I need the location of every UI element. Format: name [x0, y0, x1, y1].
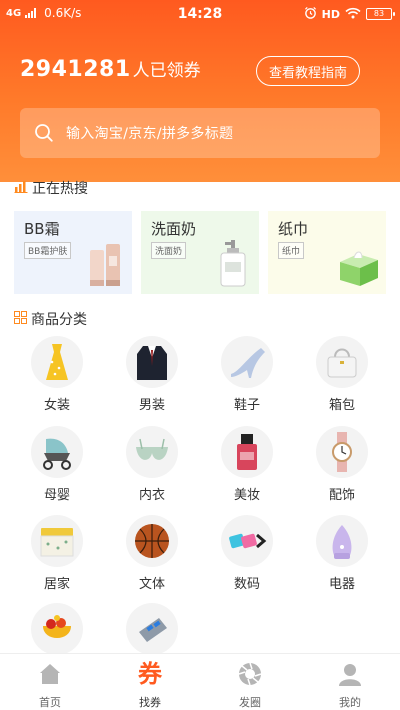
- category-men-clothing[interactable]: 男装: [112, 336, 192, 418]
- hd-indicator: HD: [321, 7, 340, 21]
- grid-icon: [14, 310, 27, 328]
- search-input[interactable]: 输入淘宝/京东/拼多多标题: [20, 108, 380, 158]
- category-label: 女装: [43, 398, 70, 413]
- food-icon: [31, 603, 83, 655]
- tab-find-coupon[interactable]: 券 找券: [100, 658, 200, 710]
- stroller-icon: [31, 426, 83, 478]
- hot-item-tag: 纸巾: [278, 242, 305, 259]
- hot-search-label: 正在热搜: [32, 181, 88, 197]
- hot-item-name: 洗面奶: [151, 220, 197, 238]
- basketball-icon: [126, 515, 178, 567]
- category-accessories[interactable]: 配饰: [302, 426, 382, 508]
- handbag-icon: [316, 336, 368, 388]
- hot-item-tag: BB霜护肤: [24, 242, 72, 259]
- category-title: 商品分类: [14, 309, 87, 329]
- hot-item-name: BB霜: [24, 220, 60, 238]
- coupon-count-suffix: 人已领券: [132, 61, 201, 81]
- category-label: 电器: [328, 577, 355, 592]
- category-label: 母婴: [43, 488, 70, 503]
- bar-chart-icon: [14, 179, 28, 197]
- category-label: 内衣: [138, 488, 165, 503]
- bottom-tab-bar: 首页 券 找券 发圈 我的: [0, 653, 400, 710]
- bra-icon: [126, 426, 178, 478]
- cables-icon: [221, 515, 273, 567]
- tab-label: 首页: [39, 696, 61, 709]
- category-underwear[interactable]: 内衣: [112, 426, 192, 508]
- cleanser-bottle-icon: [211, 238, 255, 292]
- hot-item-bb-cream[interactable]: BB霜 BB霜护肤: [14, 211, 132, 294]
- storage-box-icon: [31, 515, 83, 567]
- coupon-count: 2941281: [20, 57, 131, 82]
- category-label: 数码: [233, 577, 260, 592]
- category-women-clothing[interactable]: 女装: [17, 336, 97, 418]
- hot-item-facial-cleanser[interactable]: 洗面奶 洗面奶: [141, 211, 259, 294]
- hot-item-tissue[interactable]: 纸巾 纸巾: [268, 211, 386, 294]
- tutorial-guide-button[interactable]: 查看教程指南: [256, 56, 360, 86]
- category-home[interactable]: 居家: [17, 515, 97, 597]
- car-charger-icon: [126, 603, 178, 655]
- hot-item-name: 纸巾: [278, 220, 309, 238]
- category-label: 配饰: [328, 488, 355, 503]
- category-shoes[interactable]: 鞋子: [207, 336, 287, 418]
- category-label: 男装: [138, 398, 165, 413]
- coupon-counter: 2941281 人已领券: [20, 56, 201, 82]
- tab-label: 发圈: [239, 696, 261, 709]
- alarm-icon: [304, 6, 317, 22]
- hot-item-tag: 洗面奶: [151, 242, 187, 259]
- hot-search-title: 正在热搜: [14, 178, 88, 198]
- search-icon: [34, 123, 54, 143]
- cosmetics-icon: [221, 426, 273, 478]
- humidifier-icon: [316, 515, 368, 567]
- category-sports-stationery[interactable]: 文体: [112, 515, 192, 597]
- category-cosmetics[interactable]: 美妆: [207, 426, 287, 508]
- tab-mine[interactable]: 我的: [300, 658, 400, 710]
- tab-home[interactable]: 首页: [0, 658, 100, 710]
- category-appliances[interactable]: 电器: [302, 515, 382, 597]
- category-label: 鞋子: [233, 398, 260, 413]
- status-bar: 4G 0.6K/s 14:28 HD 83: [0, 0, 400, 28]
- search-placeholder: 输入淘宝/京东/拼多多标题: [66, 126, 234, 142]
- dress-icon: [31, 336, 83, 388]
- wifi-icon: [345, 7, 361, 22]
- category-label: 美妆: [233, 488, 260, 503]
- tab-share-circle[interactable]: 发圈: [200, 658, 300, 710]
- watch-icon: [316, 426, 368, 478]
- category-label: 商品分类: [31, 312, 87, 328]
- battery-icon: 83: [366, 8, 395, 20]
- bb-cream-product-icon: [84, 240, 128, 292]
- tab-label: 找券: [139, 696, 161, 709]
- user-icon: [338, 662, 362, 686]
- header: 4G 0.6K/s 14:28 HD 83 2941281 人已领券 查看教程指…: [0, 0, 400, 182]
- category-label: 箱包: [328, 398, 355, 413]
- tab-label: 我的: [339, 696, 361, 709]
- coupon-icon: 券: [138, 660, 162, 688]
- category-label: 文体: [138, 577, 165, 592]
- suit-icon: [126, 336, 178, 388]
- category-label: 居家: [43, 577, 70, 592]
- high-heel-icon: [221, 336, 273, 388]
- tissue-box-icon: [334, 248, 382, 292]
- category-baby[interactable]: 母婴: [17, 426, 97, 508]
- battery-level: 83: [373, 9, 385, 18]
- category-bags[interactable]: 箱包: [302, 336, 382, 418]
- aperture-icon: [238, 662, 262, 686]
- category-digital[interactable]: 数码: [207, 515, 287, 597]
- status-right: HD 83: [304, 6, 395, 22]
- home-icon: [38, 662, 62, 686]
